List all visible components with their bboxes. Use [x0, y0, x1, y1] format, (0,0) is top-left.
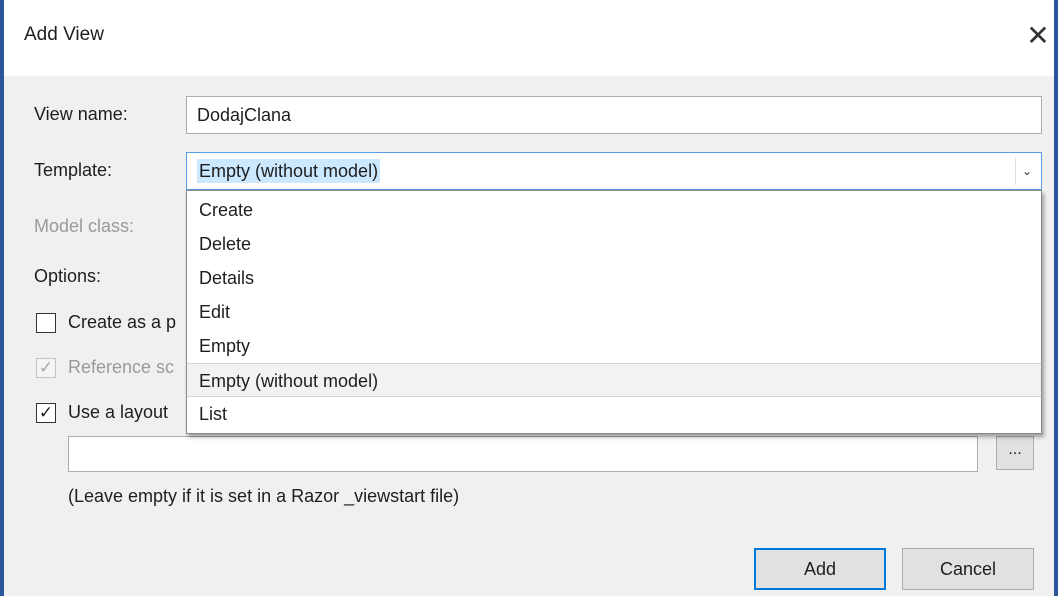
window-left-edge: [0, 0, 4, 596]
template-option-details[interactable]: Details: [187, 261, 1041, 295]
template-option-empty[interactable]: Empty: [187, 329, 1041, 363]
template-label: Template:: [34, 160, 113, 180]
cancel-button[interactable]: Cancel: [902, 548, 1034, 590]
checkmark-icon: ✓: [38, 403, 54, 422]
window-right-edge: [1054, 0, 1058, 596]
template-selected-value: Empty (without model): [197, 159, 381, 183]
view-name-input[interactable]: [186, 96, 1042, 134]
template-option-edit[interactable]: Edit: [187, 295, 1041, 329]
template-select[interactable]: Empty (without model) ⌄: [186, 152, 1042, 190]
template-option-empty-without-model[interactable]: Empty (without model): [187, 363, 1041, 397]
options-label: Options:: [34, 266, 102, 286]
checkmark-icon: ✓: [38, 358, 54, 377]
partial-view-checkbox[interactable]: [36, 313, 56, 333]
template-dropdown-list: Create Delete Details Edit Empty Empty (…: [186, 190, 1042, 434]
reference-scripts-checkbox[interactable]: ✓: [36, 358, 56, 378]
use-layout-label: Use a layout: [68, 402, 169, 422]
dialog-titlebar: Add View ✕: [4, 0, 1054, 76]
add-button[interactable]: Add: [754, 548, 886, 590]
model-class-label: Model class:: [34, 216, 135, 236]
dialog-title: Add View: [24, 24, 104, 45]
template-option-delete[interactable]: Delete: [187, 227, 1041, 261]
reference-scripts-label: Reference sc: [68, 357, 175, 377]
layout-hint: (Leave empty if it is set in a Razor _vi…: [68, 486, 460, 506]
layout-path-input[interactable]: [68, 436, 978, 472]
template-option-create[interactable]: Create: [187, 193, 1041, 227]
close-icon[interactable]: ✕: [1022, 20, 1054, 52]
chevron-down-icon[interactable]: ⌄: [1015, 157, 1038, 185]
use-layout-checkbox[interactable]: ✓: [36, 403, 56, 423]
browse-button[interactable]: ...: [996, 436, 1034, 470]
partial-view-label: Create as a p: [68, 312, 177, 332]
template-option-list[interactable]: List: [187, 397, 1041, 431]
view-name-label: View name:: [34, 104, 128, 124]
